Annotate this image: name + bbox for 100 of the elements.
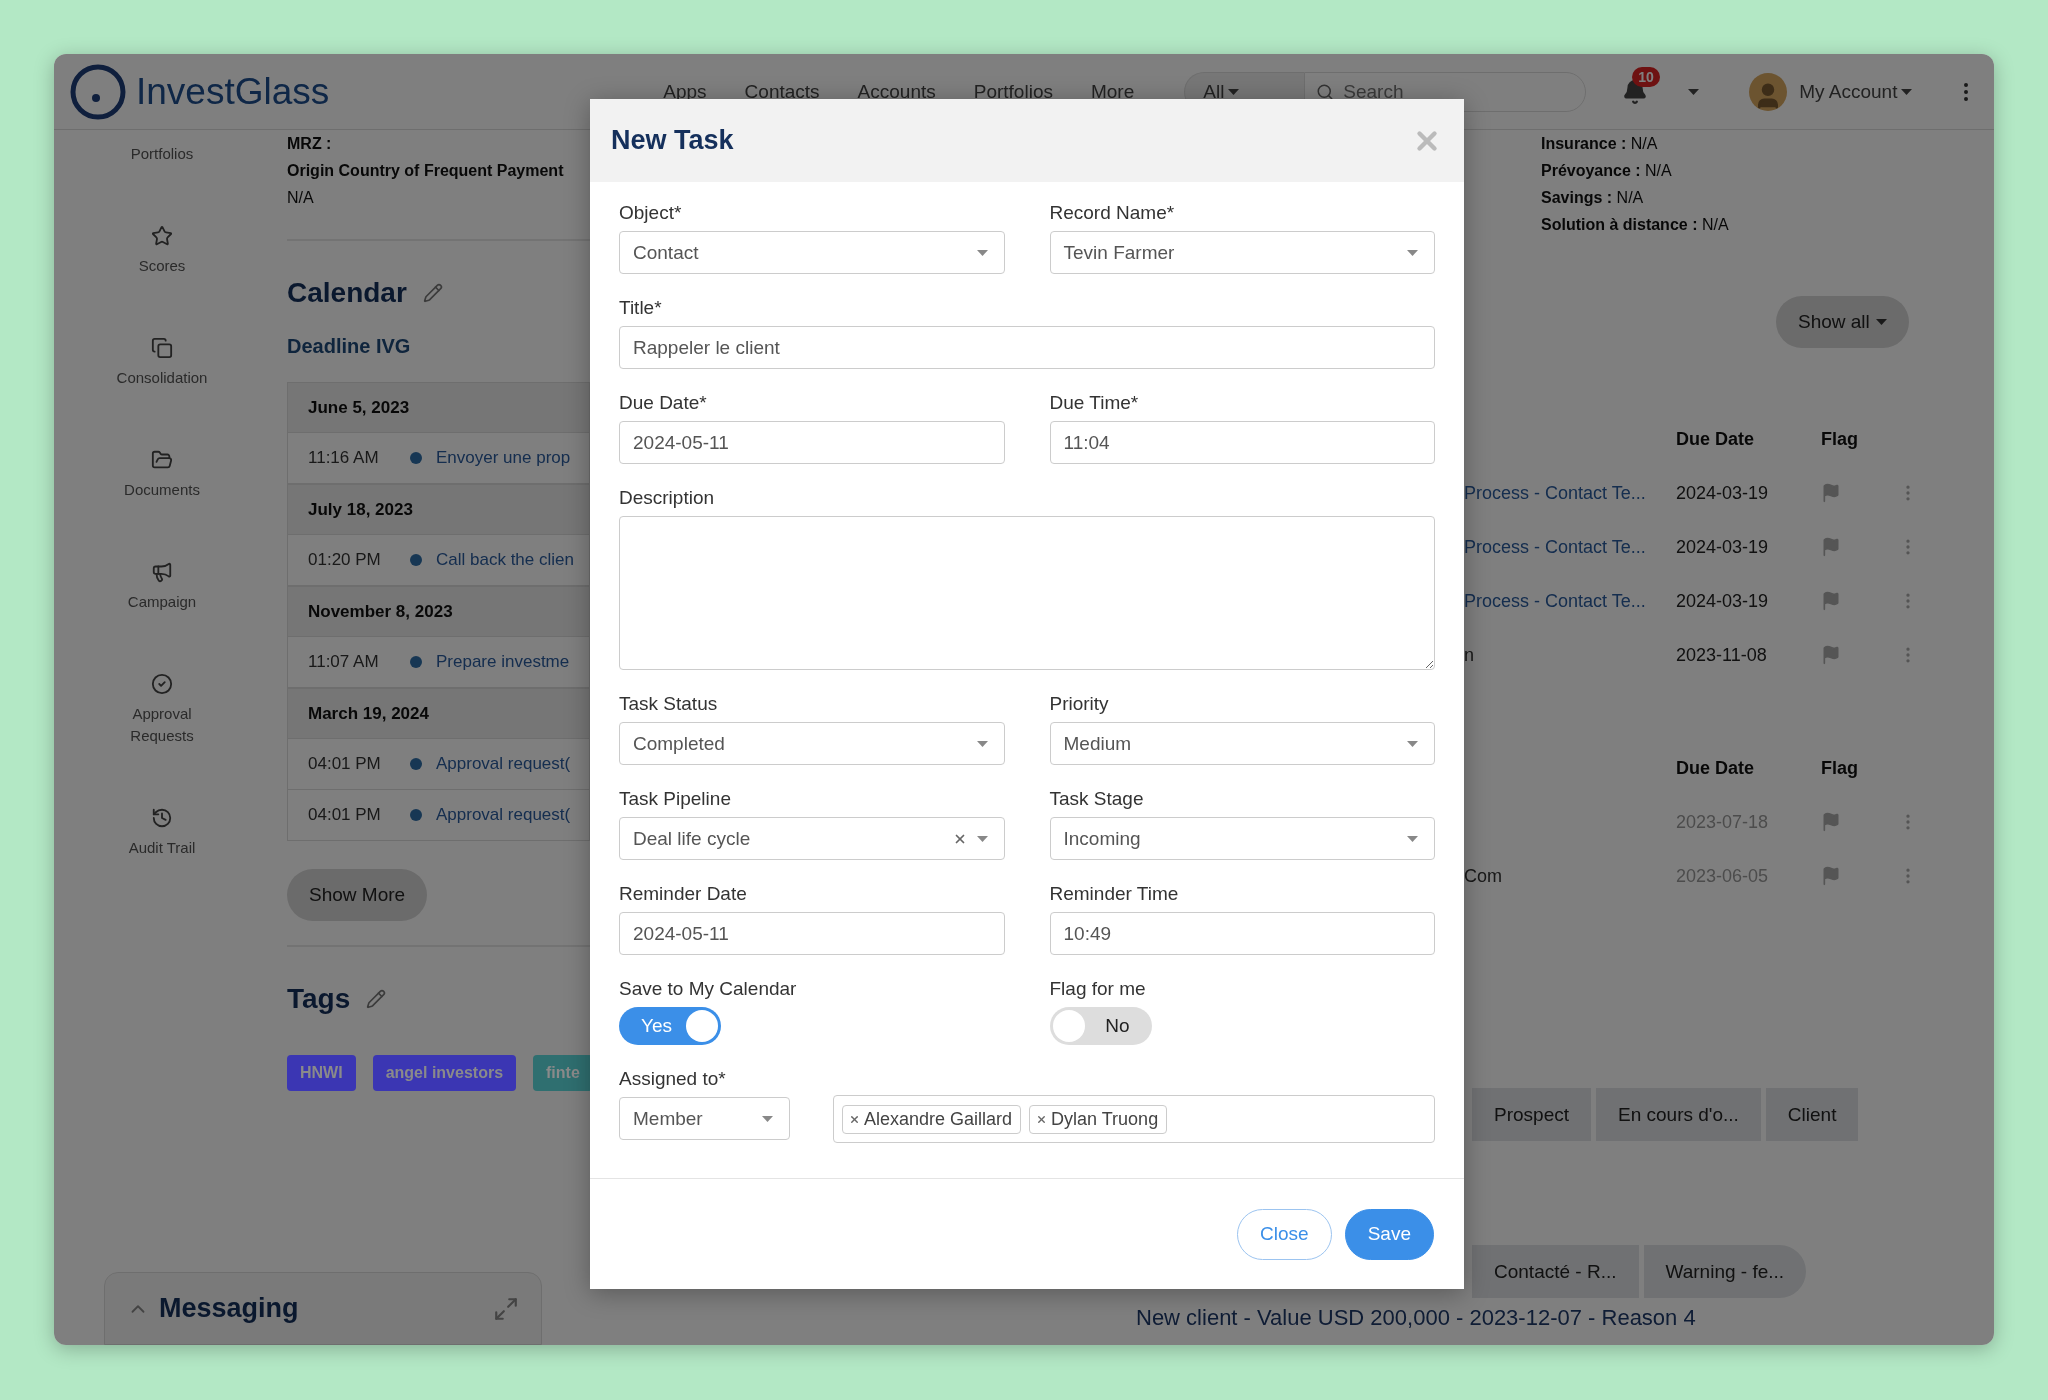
select-field[interactable]: Contact xyxy=(619,231,1005,274)
select-field[interactable]: Member xyxy=(619,1097,790,1140)
avatar-icon[interactable] xyxy=(1749,72,1788,111)
stage-button[interactable]: En cours d'o... xyxy=(1596,1088,1761,1141)
flag-icon[interactable] xyxy=(1821,812,1841,832)
section-title: Tags xyxy=(287,983,351,1015)
stage-button[interactable]: Client xyxy=(1765,1088,1859,1141)
messaging-title: Messaging xyxy=(159,1293,300,1324)
tag-chip[interactable]: angel investors xyxy=(372,1055,517,1091)
save-button[interactable]: Save xyxy=(1344,1208,1434,1260)
event-row[interactable]: 04:01 PM Approval request( xyxy=(287,739,590,790)
nav-link[interactable]: More xyxy=(1090,80,1135,103)
event-time: 04:01 PM xyxy=(308,754,382,774)
column-header: Flag xyxy=(1821,757,1859,779)
detail-line: Savings : N/A xyxy=(1541,188,1645,208)
field-value: N/A xyxy=(287,188,315,208)
toggle-switch[interactable]: No xyxy=(1049,1007,1152,1045)
detail-line: Insurance : N/A xyxy=(1541,134,1659,154)
text-field[interactable]: Rappeler le client xyxy=(619,326,1435,369)
flag-icon[interactable] xyxy=(1821,591,1841,611)
field-label: MRZ : xyxy=(287,134,333,154)
description-field[interactable] xyxy=(619,516,1435,670)
sidebar-item[interactable]: Scores xyxy=(138,225,186,277)
search-icon xyxy=(1316,82,1335,101)
expand-icon[interactable] xyxy=(493,1295,519,1322)
show-more-button[interactable]: Show More xyxy=(287,869,428,921)
text-field[interactable]: 10:49 xyxy=(1049,912,1435,955)
column-header: Due Date xyxy=(1676,757,1756,779)
field-label: Save to My Calendar xyxy=(619,978,798,1000)
check-circle-icon xyxy=(151,673,173,695)
sidebar-item[interactable]: Approval Requests xyxy=(107,673,217,747)
flag-icon[interactable] xyxy=(1821,537,1841,557)
status-dot xyxy=(410,809,422,821)
text-field[interactable]: 11:04 xyxy=(1049,421,1435,464)
toggle-switch[interactable]: Yes xyxy=(619,1007,721,1045)
dialog-title: New Task xyxy=(611,125,734,156)
status-dot xyxy=(410,452,422,464)
nav-link[interactable]: Portfolios xyxy=(973,80,1053,103)
select-field[interactable]: Deal life cycle xyxy=(619,817,1005,860)
sidebar-item[interactable]: Campaign xyxy=(127,561,197,613)
detail-line: Prévoyance : N/A xyxy=(1541,161,1673,181)
show-all-button[interactable]: Show all xyxy=(1776,296,1909,348)
field-label: Reminder Time xyxy=(1049,883,1180,905)
sidebar-item[interactable]: Portfolios xyxy=(130,143,194,165)
field-label: Title* xyxy=(619,297,663,319)
calendar-subtitle: Deadline IVG xyxy=(287,335,412,358)
logo-text: InvestGlass xyxy=(136,70,330,113)
nav-link[interactable]: Accounts xyxy=(857,80,936,103)
history-icon xyxy=(151,807,173,829)
text-field[interactable]: 2024-05-11 xyxy=(619,421,1005,464)
event-link[interactable]: Prepare investme xyxy=(436,652,570,672)
sidebar-item[interactable]: Consolidation xyxy=(116,337,208,389)
field-label: Object* xyxy=(619,202,683,224)
task-link[interactable]: Process - Contact Te... xyxy=(1464,536,1676,558)
field-label: Flag for me xyxy=(1049,978,1147,1000)
event-link[interactable]: Approval request( xyxy=(436,805,571,825)
event-row[interactable]: 04:01 PM Approval request( xyxy=(287,790,590,841)
field-label: Reminder Date xyxy=(619,883,748,905)
nav-link[interactable]: Contacts xyxy=(744,80,820,103)
account-menu[interactable]: My Account xyxy=(1793,79,1919,104)
task-link[interactable]: Process - Contact Te... xyxy=(1464,482,1676,504)
caret-icon xyxy=(976,249,988,256)
sidebar-item[interactable]: Audit Trail xyxy=(128,807,196,859)
select-field[interactable]: Completed xyxy=(619,722,1005,765)
assignee-tag[interactable]: Dylan Truong xyxy=(1029,1104,1168,1134)
event-time: 01:20 PM xyxy=(308,550,382,570)
note-link[interactable]: New client - Value USD 200,000 - 2023-12-07 - Reason 4 xyxy=(590,1305,1696,1331)
pencil-icon[interactable] xyxy=(422,283,443,303)
pencil-icon[interactable] xyxy=(366,989,387,1009)
stage-button[interactable]: Contacté - R... xyxy=(1472,1245,1639,1298)
sidebar-item[interactable]: Documents xyxy=(124,449,200,501)
remove-icon[interactable] xyxy=(849,1113,860,1125)
assignee-tag[interactable]: Alexandre Gaillard xyxy=(842,1104,1022,1134)
select-field[interactable]: Tevin Farmer xyxy=(1049,231,1435,274)
task-link[interactable]: Process - Contact Te... xyxy=(1464,590,1676,612)
date-row: November 8, 2023 xyxy=(287,586,590,637)
field-label: Origin Country of Frequent Payment xyxy=(287,161,565,181)
close-button[interactable]: Close xyxy=(1237,1208,1332,1260)
flag-icon[interactable] xyxy=(1821,866,1841,886)
status-dot xyxy=(410,554,422,566)
select-field[interactable]: Medium xyxy=(1049,722,1435,765)
select-field[interactable]: Incoming xyxy=(1049,817,1435,860)
flag-icon[interactable] xyxy=(1821,483,1841,503)
stage-button[interactable]: Warning - fe... xyxy=(1643,1245,1807,1298)
caret-icon xyxy=(1228,88,1240,95)
event-time: 11:07 AM xyxy=(308,652,380,672)
event-link[interactable]: Approval request( xyxy=(436,754,571,774)
folder-icon xyxy=(151,449,173,471)
text-field[interactable]: 2024-05-11 xyxy=(619,912,1005,955)
remove-icon[interactable] xyxy=(1036,1113,1048,1125)
event-link[interactable]: Call back the clien xyxy=(436,550,574,570)
date-row: June 5, 2023 xyxy=(287,382,590,433)
event-link[interactable]: Envoyer une prop xyxy=(436,448,571,468)
nav-link[interactable]: Apps xyxy=(663,80,707,103)
assignee-field[interactable]: Alexandre Gaillard Dylan Truong xyxy=(833,1095,1435,1143)
stage-button[interactable]: Prospect xyxy=(1472,1088,1591,1141)
tag-chip[interactable]: HNWI xyxy=(287,1055,356,1091)
caret-icon xyxy=(1407,740,1418,747)
flag-icon[interactable] xyxy=(1821,645,1841,665)
table-cell-text: 2024-03-19 xyxy=(1676,482,1770,504)
